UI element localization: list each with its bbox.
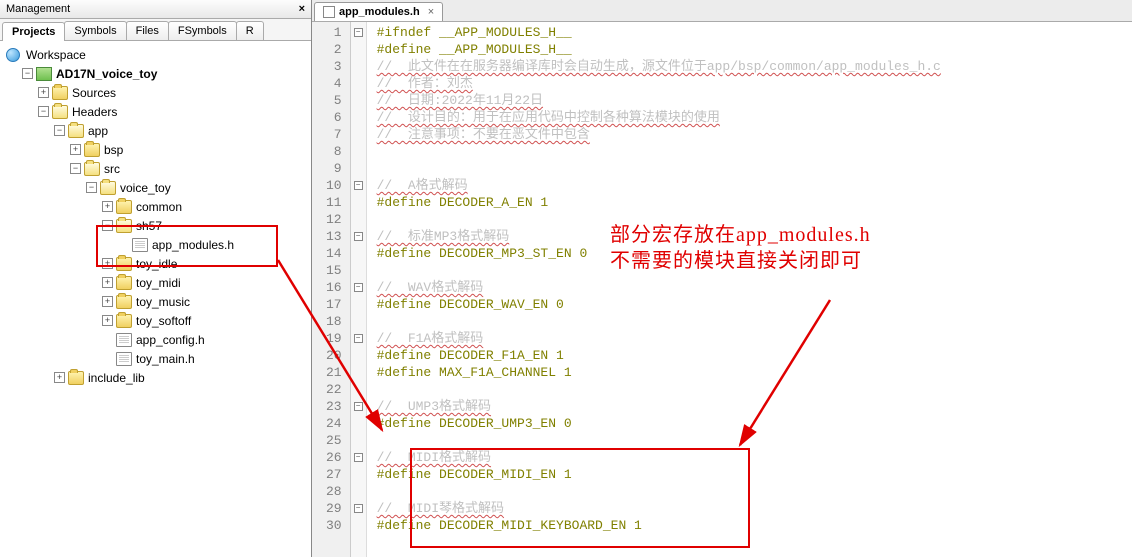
- collapse-icon[interactable]: −: [70, 163, 81, 174]
- tree-toy-main-h[interactable]: toy_main.h: [2, 349, 309, 368]
- expand-icon[interactable]: +: [102, 201, 113, 212]
- tab-projects[interactable]: Projects: [2, 22, 65, 41]
- editor-tabs: app_modules.h ×: [312, 0, 1132, 22]
- panel-close-icon[interactable]: ×: [299, 3, 305, 15]
- code-editor[interactable]: 1234567891011121314151617181920212223242…: [312, 22, 1132, 557]
- code-content[interactable]: #ifndef __APP_MODULES_H__#define __APP_M…: [367, 22, 941, 557]
- folder-icon: [116, 200, 132, 214]
- close-icon[interactable]: ×: [428, 6, 434, 18]
- file-icon: [116, 352, 132, 366]
- folder-icon: [116, 257, 132, 271]
- editor-area: app_modules.h × 123456789101112131415161…: [312, 0, 1132, 557]
- annotation-line2: 不需要的模块直接关闭即可: [610, 248, 871, 274]
- folder-open-icon: [84, 162, 100, 176]
- folder-open-icon: [116, 219, 132, 233]
- tree-app-modules-h[interactable]: app_modules.h: [2, 235, 309, 254]
- tree-sh57[interactable]: −sh57: [2, 216, 309, 235]
- expand-icon[interactable]: +: [38, 87, 49, 98]
- folder-open-icon: [68, 124, 84, 138]
- editor-tab-label: app_modules.h: [339, 6, 420, 18]
- tree-src[interactable]: −src: [2, 159, 309, 178]
- collapse-icon[interactable]: −: [54, 125, 65, 136]
- tree-common[interactable]: +common: [2, 197, 309, 216]
- expand-icon[interactable]: +: [102, 277, 113, 288]
- tree-toy-idle[interactable]: +toy_idle: [2, 254, 309, 273]
- tree-app[interactable]: −app: [2, 121, 309, 140]
- file-icon: [323, 6, 335, 18]
- tree-sources[interactable]: +Sources: [2, 83, 309, 102]
- folder-open-icon: [100, 181, 116, 195]
- folder-icon: [68, 371, 84, 385]
- file-icon: [132, 238, 148, 252]
- folder-icon: [52, 86, 68, 100]
- folder-open-icon: [52, 105, 68, 119]
- fold-margin[interactable]: −−−−−−−−: [351, 22, 367, 557]
- tree-toy-midi[interactable]: +toy_midi: [2, 273, 309, 292]
- expand-icon[interactable]: +: [102, 315, 113, 326]
- tree-project[interactable]: −AD17N_voice_toy: [2, 64, 309, 83]
- panel-title: Management: [6, 3, 70, 15]
- project-tree[interactable]: Workspace −AD17N_voice_toy +Sources −Hea…: [0, 41, 311, 557]
- expand-icon[interactable]: +: [70, 144, 81, 155]
- expand-icon[interactable]: +: [102, 258, 113, 269]
- annotation-line1: 部分宏存放在app_modules.h: [610, 222, 871, 248]
- panel-header: Management ×: [0, 0, 311, 19]
- tab-files[interactable]: Files: [126, 21, 169, 40]
- tree-toy-music[interactable]: +toy_music: [2, 292, 309, 311]
- tree-include-lib[interactable]: +include_lib: [2, 368, 309, 387]
- editor-tab-app-modules[interactable]: app_modules.h ×: [314, 2, 443, 21]
- folder-icon: [84, 143, 100, 157]
- panel-tabs: Projects Symbols Files FSymbols R: [0, 19, 311, 41]
- collapse-icon[interactable]: −: [22, 68, 33, 79]
- collapse-icon[interactable]: −: [102, 220, 113, 231]
- tree-workspace[interactable]: Workspace: [2, 45, 309, 64]
- tab-r[interactable]: R: [236, 21, 264, 40]
- folder-icon: [116, 314, 132, 328]
- file-icon: [116, 333, 132, 347]
- folder-icon: [116, 295, 132, 309]
- expand-icon[interactable]: +: [54, 372, 65, 383]
- annotation-text: 部分宏存放在app_modules.h 不需要的模块直接关闭即可: [610, 222, 871, 274]
- tree-voice-toy[interactable]: −voice_toy: [2, 178, 309, 197]
- management-panel: Management × Projects Symbols Files FSym…: [0, 0, 312, 557]
- project-icon: [36, 67, 52, 81]
- tree-bsp[interactable]: +bsp: [2, 140, 309, 159]
- collapse-icon[interactable]: −: [86, 182, 97, 193]
- tab-fsymbols[interactable]: FSymbols: [168, 21, 237, 40]
- tree-app-config-h[interactable]: app_config.h: [2, 330, 309, 349]
- collapse-icon[interactable]: −: [38, 106, 49, 117]
- line-number-gutter: 1234567891011121314151617181920212223242…: [312, 22, 351, 557]
- tree-toy-softoff[interactable]: +toy_softoff: [2, 311, 309, 330]
- tree-headers[interactable]: −Headers: [2, 102, 309, 121]
- expand-icon[interactable]: +: [102, 296, 113, 307]
- globe-icon: [6, 48, 20, 62]
- folder-icon: [116, 276, 132, 290]
- tab-symbols[interactable]: Symbols: [64, 21, 126, 40]
